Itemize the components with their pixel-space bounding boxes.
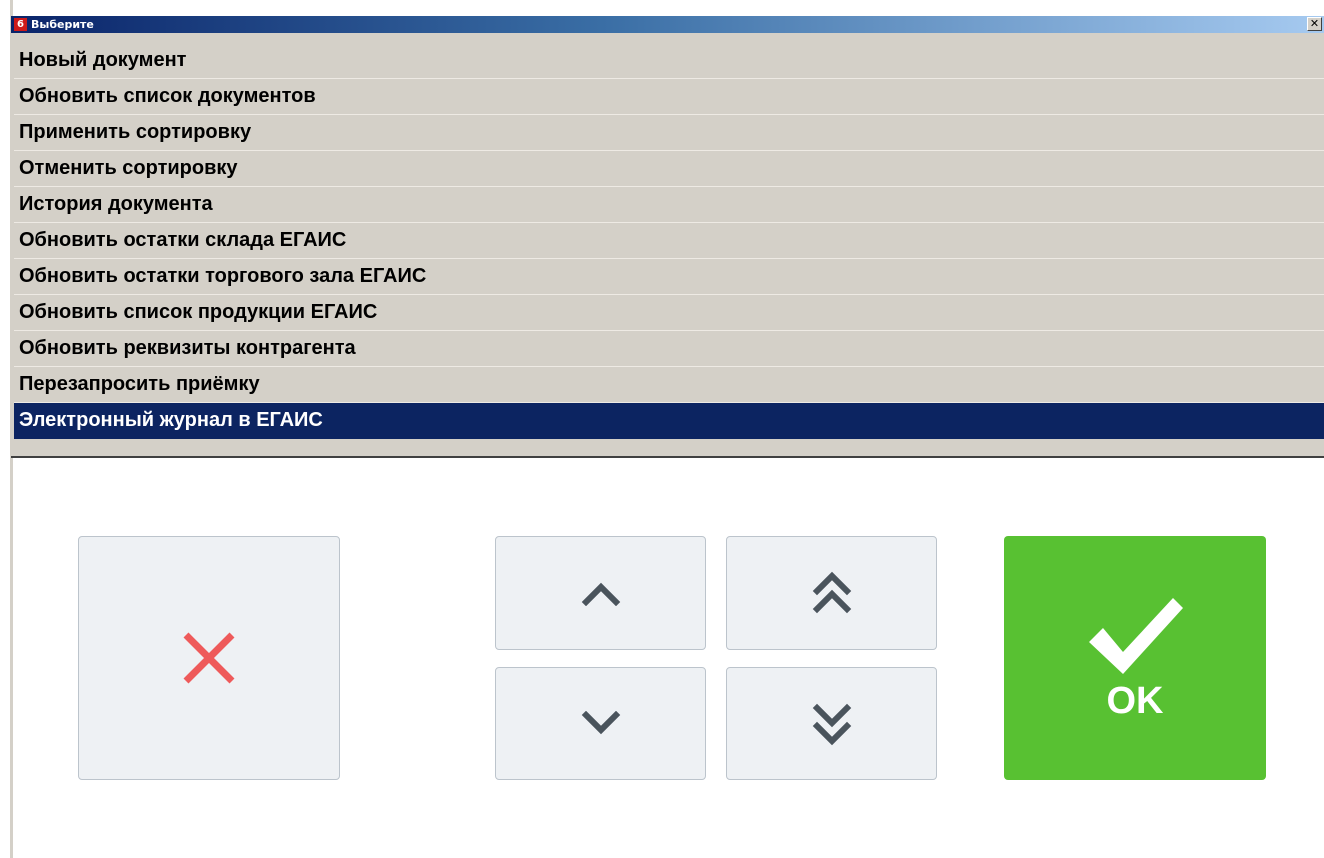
top-margin [0, 0, 1324, 16]
scroll-down-button[interactable] [495, 667, 706, 780]
menu-item-label: История документа [19, 193, 213, 215]
page-up-button[interactable] [726, 536, 937, 650]
menu-item[interactable]: Обновить реквизиты контрагента [14, 331, 1324, 367]
list-divider [11, 456, 1324, 458]
window-title: Выберите [31, 18, 94, 31]
menu-item[interactable]: Обновить список продукции ЕГАИС [14, 295, 1324, 331]
menu-item-label: Электронный журнал в ЕГАИС [19, 409, 323, 431]
window-close-button[interactable]: ✕ [1307, 17, 1322, 31]
page-down-button[interactable] [726, 667, 937, 780]
app-icon: 6 [14, 18, 27, 31]
menu-item[interactable]: Перезапросить приёмку [14, 367, 1324, 403]
menu-item-label: Обновить остатки склада ЕГАИС [19, 229, 347, 251]
checkmark-icon [1089, 597, 1183, 674]
menu-item[interactable]: Обновить остатки торгового зала ЕГАИС [14, 259, 1324, 295]
ok-label: OK [1106, 679, 1164, 722]
double-chevron-down-icon [812, 703, 851, 745]
close-icon: ✕ [1309, 17, 1320, 30]
list-padding [11, 33, 1324, 43]
menu-item[interactable]: Обновить остатки склада ЕГАИС [14, 223, 1324, 259]
ok-button[interactable]: OK [1004, 536, 1266, 780]
menu-item[interactable]: Отменить сортировку [14, 151, 1324, 187]
menu-list[interactable]: Новый документ Обновить список документов… [11, 43, 1324, 457]
menu-item-label: Новый документ [19, 49, 187, 71]
menu-item-label: Отменить сортировку [19, 157, 238, 179]
close-icon [183, 632, 235, 684]
menu-item[interactable]: История документа [14, 187, 1324, 223]
menu-item-label: Применить сортировку [19, 121, 252, 143]
menu-item[interactable]: Применить сортировку [14, 115, 1324, 151]
menu-item-label: Обновить реквизиты контрагента [19, 337, 356, 359]
chevron-up-icon [581, 582, 620, 606]
double-chevron-up-icon [812, 571, 851, 614]
cancel-button[interactable] [78, 536, 340, 780]
menu-item[interactable]: Электронный журнал в ЕГАИС [14, 403, 1324, 439]
menu-item-label: Перезапросить приёмку [19, 373, 260, 395]
menu-item[interactable]: Новый документ [14, 43, 1324, 79]
scroll-up-button[interactable] [495, 536, 706, 650]
title-bar[interactable]: 6 Выберите ✕ [11, 16, 1324, 33]
menu-item[interactable]: Обновить список документов [14, 79, 1324, 115]
menu-item-label: Обновить остатки торгового зала ЕГАИС [19, 265, 427, 287]
chevron-down-icon [581, 710, 620, 734]
menu-item-label: Обновить список документов [19, 85, 316, 107]
menu-item-label: Обновить список продукции ЕГАИС [19, 301, 378, 323]
